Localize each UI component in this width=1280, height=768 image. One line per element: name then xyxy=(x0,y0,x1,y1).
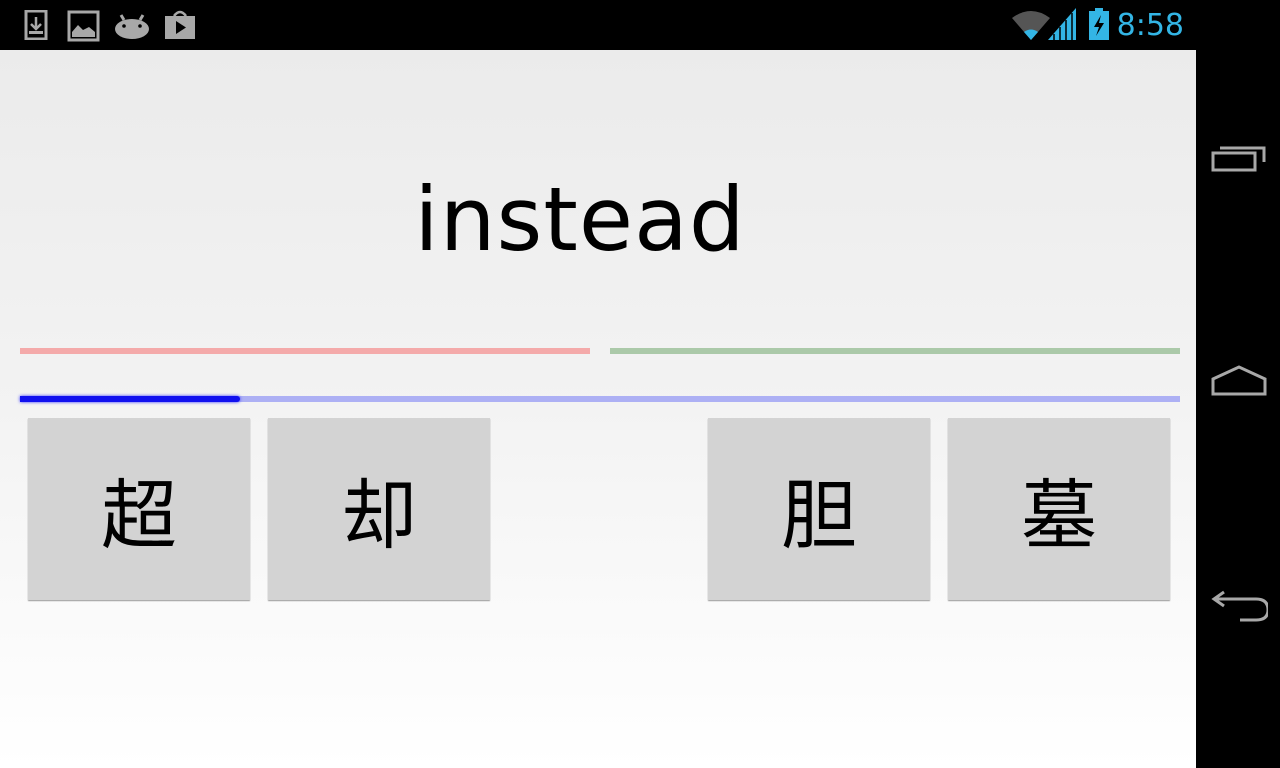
quiz-screen: instead 超 却 胆 墓 xyxy=(0,50,1196,768)
play-store-icon xyxy=(165,10,195,39)
navigation-bar xyxy=(1196,0,1280,768)
download-icon xyxy=(24,10,48,40)
choice-button-4[interactable]: 墓 xyxy=(948,418,1170,600)
choice-button-3[interactable]: 胆 xyxy=(708,418,930,600)
wifi-icon xyxy=(1012,11,1050,40)
quiz-word: instead xyxy=(414,168,746,271)
recent-apps-icon[interactable] xyxy=(1210,140,1268,180)
image-icon xyxy=(67,10,100,42)
signal-icon xyxy=(1048,8,1076,40)
back-icon[interactable] xyxy=(1210,586,1268,626)
timer-progress-fill xyxy=(20,396,241,402)
android-icon xyxy=(115,14,149,39)
home-icon[interactable] xyxy=(1210,362,1268,402)
right-answers-line xyxy=(610,348,1180,354)
wrong-answers-line xyxy=(20,348,590,354)
choice-button-1[interactable]: 超 xyxy=(28,418,250,600)
choice-button-2[interactable]: 却 xyxy=(268,418,490,600)
status-bar: 8:58 xyxy=(0,0,1196,50)
timer-progress-bar xyxy=(20,396,1180,402)
battery-charging-icon xyxy=(1089,8,1109,40)
clock: 8:58 xyxy=(1116,8,1184,43)
